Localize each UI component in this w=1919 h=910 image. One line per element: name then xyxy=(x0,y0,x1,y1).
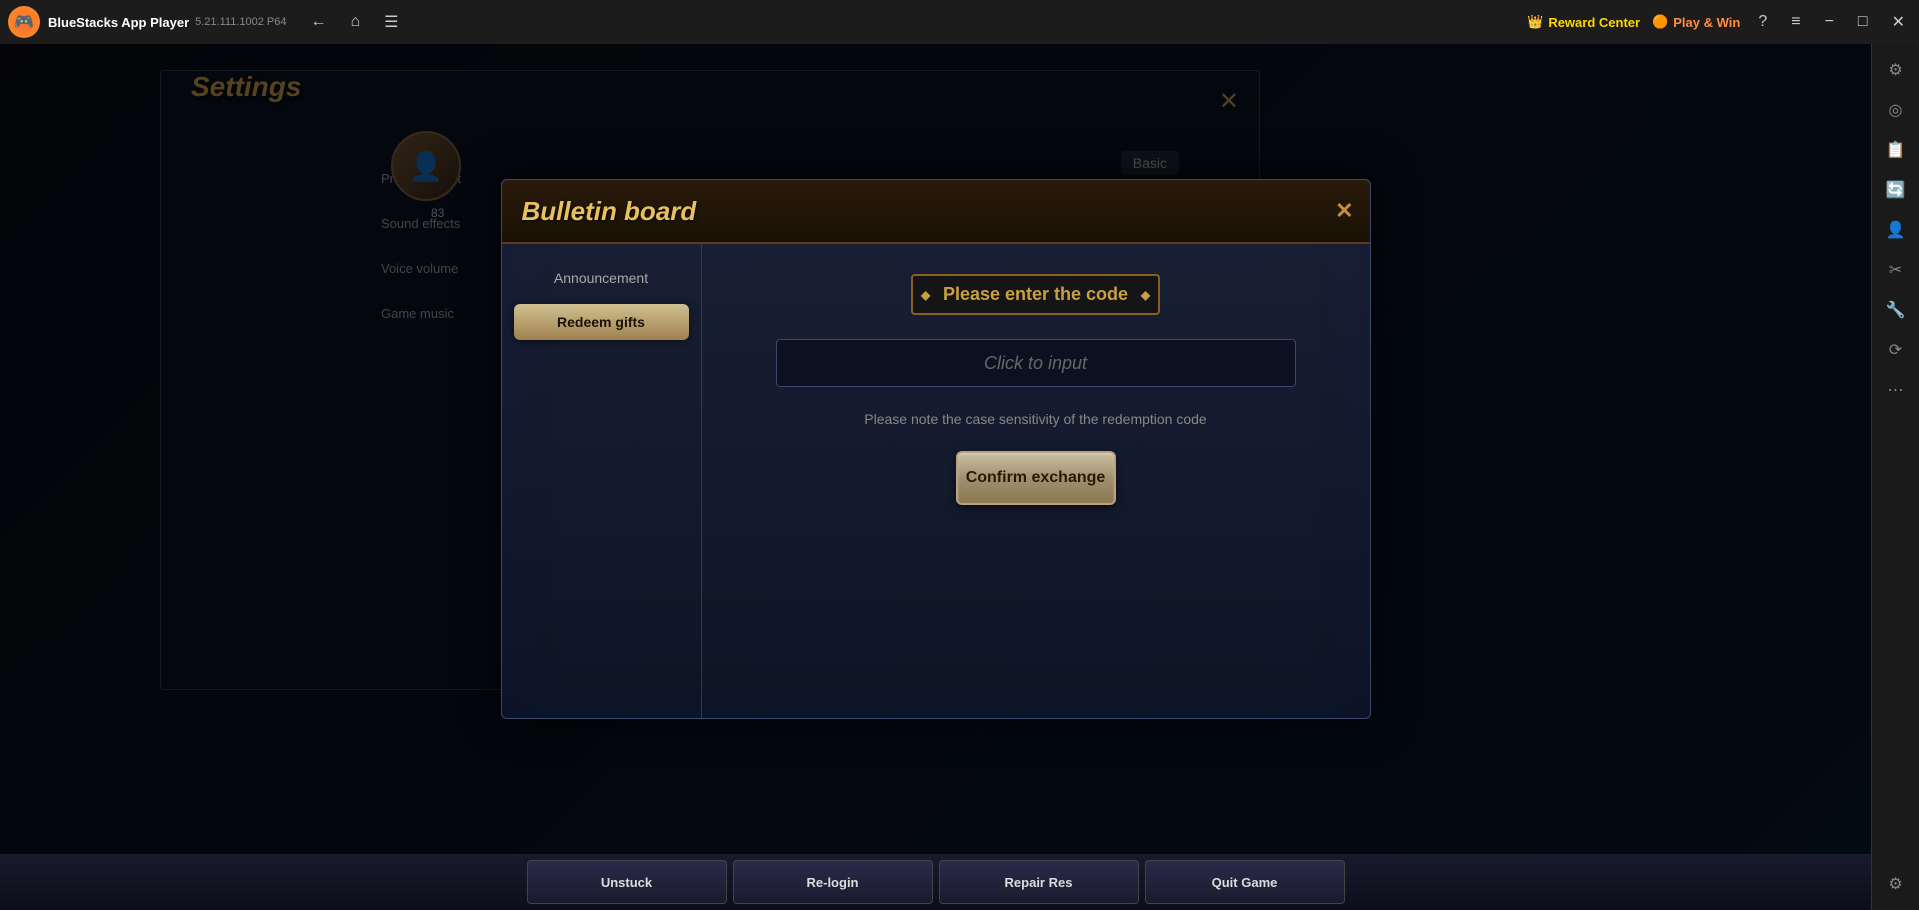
relogin-button[interactable]: Re-login xyxy=(733,860,933,904)
close-titlebar-button[interactable]: ✕ xyxy=(1886,10,1911,34)
minimize-button[interactable]: − xyxy=(1819,11,1840,33)
code-label: Please enter the code xyxy=(911,274,1160,315)
bulletin-tab-redeem[interactable]: Redeem gifts xyxy=(514,304,689,340)
bottom-bar: Unstuck Re-login Repair Res Quit Game xyxy=(0,854,1871,910)
titlebar-nav: ← ⌂ ☰ xyxy=(306,8,402,36)
bulletin-sidebar: Announcement Redeem gifts xyxy=(502,244,702,718)
app-version: 5.21.111.1002 P64 xyxy=(195,16,286,28)
play-win-label: Play & Win xyxy=(1673,15,1740,30)
bulletin-tab-announcement[interactable]: Announcement xyxy=(514,260,689,296)
maximize-button[interactable]: □ xyxy=(1852,11,1874,33)
bookmark-button[interactable]: ☰ xyxy=(380,8,402,36)
reward-center-label: Reward Center xyxy=(1548,15,1640,30)
menu-button[interactable]: ≡ xyxy=(1785,11,1806,33)
coin-icon: 🟠 xyxy=(1652,14,1668,30)
right-panel-icon-8[interactable]: ⟳ xyxy=(1878,332,1914,368)
right-panel-icon-9[interactable]: ⋯ xyxy=(1878,372,1914,408)
right-panel-icon-7[interactable]: 🔧 xyxy=(1878,292,1914,328)
bulletin-title: Bulletin board xyxy=(522,196,697,227)
right-panel-icon-5[interactable]: 👤 xyxy=(1878,212,1914,248)
code-input[interactable] xyxy=(776,339,1296,387)
modal-overlay: Bulletin board ✕ Announcement Redeem gif… xyxy=(0,44,1871,854)
quit-game-button[interactable]: Quit Game xyxy=(1145,860,1345,904)
bulletin-modal: Bulletin board ✕ Announcement Redeem gif… xyxy=(501,179,1371,719)
right-panel-icon-6[interactable]: ✂ xyxy=(1878,252,1914,288)
titlebar-right: 👑 Reward Center 🟠 Play & Win ? ≡ − □ ✕ xyxy=(1527,10,1919,34)
back-button[interactable]: ← xyxy=(306,8,330,36)
code-label-wrapper: Please enter the code xyxy=(911,274,1160,315)
right-panel-icon-3[interactable]: 📋 xyxy=(1878,132,1914,168)
repair-res-button[interactable]: Repair Res xyxy=(939,860,1139,904)
titlebar: 🎮 BlueStacks App Player 5.21.111.1002 P6… xyxy=(0,0,1919,44)
app-logo: 🎮 xyxy=(8,6,40,38)
help-button[interactable]: ? xyxy=(1752,11,1773,33)
right-panel-settings-icon[interactable]: ⚙ xyxy=(1878,866,1914,902)
right-panel-icon-4[interactable]: 🔄 xyxy=(1878,172,1914,208)
app-name: BlueStacks App Player xyxy=(48,15,189,30)
play-win-button[interactable]: 🟠 Play & Win xyxy=(1652,14,1740,30)
bulletin-close-button[interactable]: ✕ xyxy=(1335,198,1353,224)
code-note: Please note the case sensitivity of the … xyxy=(864,411,1206,427)
confirm-exchange-button[interactable]: Confirm exchange xyxy=(956,451,1116,505)
right-panel: ⚙ ◎ 📋 🔄 👤 ✂ 🔧 ⟳ ⋯ ⚙ xyxy=(1871,44,1919,910)
right-panel-icon-2[interactable]: ◎ xyxy=(1878,92,1914,128)
bulletin-body: Announcement Redeem gifts Please enter t… xyxy=(502,244,1370,718)
bulletin-header: Bulletin board ✕ xyxy=(502,180,1370,244)
crown-icon: 👑 xyxy=(1527,14,1543,30)
home-button[interactable]: ⌂ xyxy=(346,8,364,36)
right-panel-icon-1[interactable]: ⚙ xyxy=(1878,52,1914,88)
unstuck-button[interactable]: Unstuck xyxy=(527,860,727,904)
reward-center-button[interactable]: 👑 Reward Center xyxy=(1527,14,1640,30)
bulletin-content: Please enter the code Please note the ca… xyxy=(702,244,1370,718)
